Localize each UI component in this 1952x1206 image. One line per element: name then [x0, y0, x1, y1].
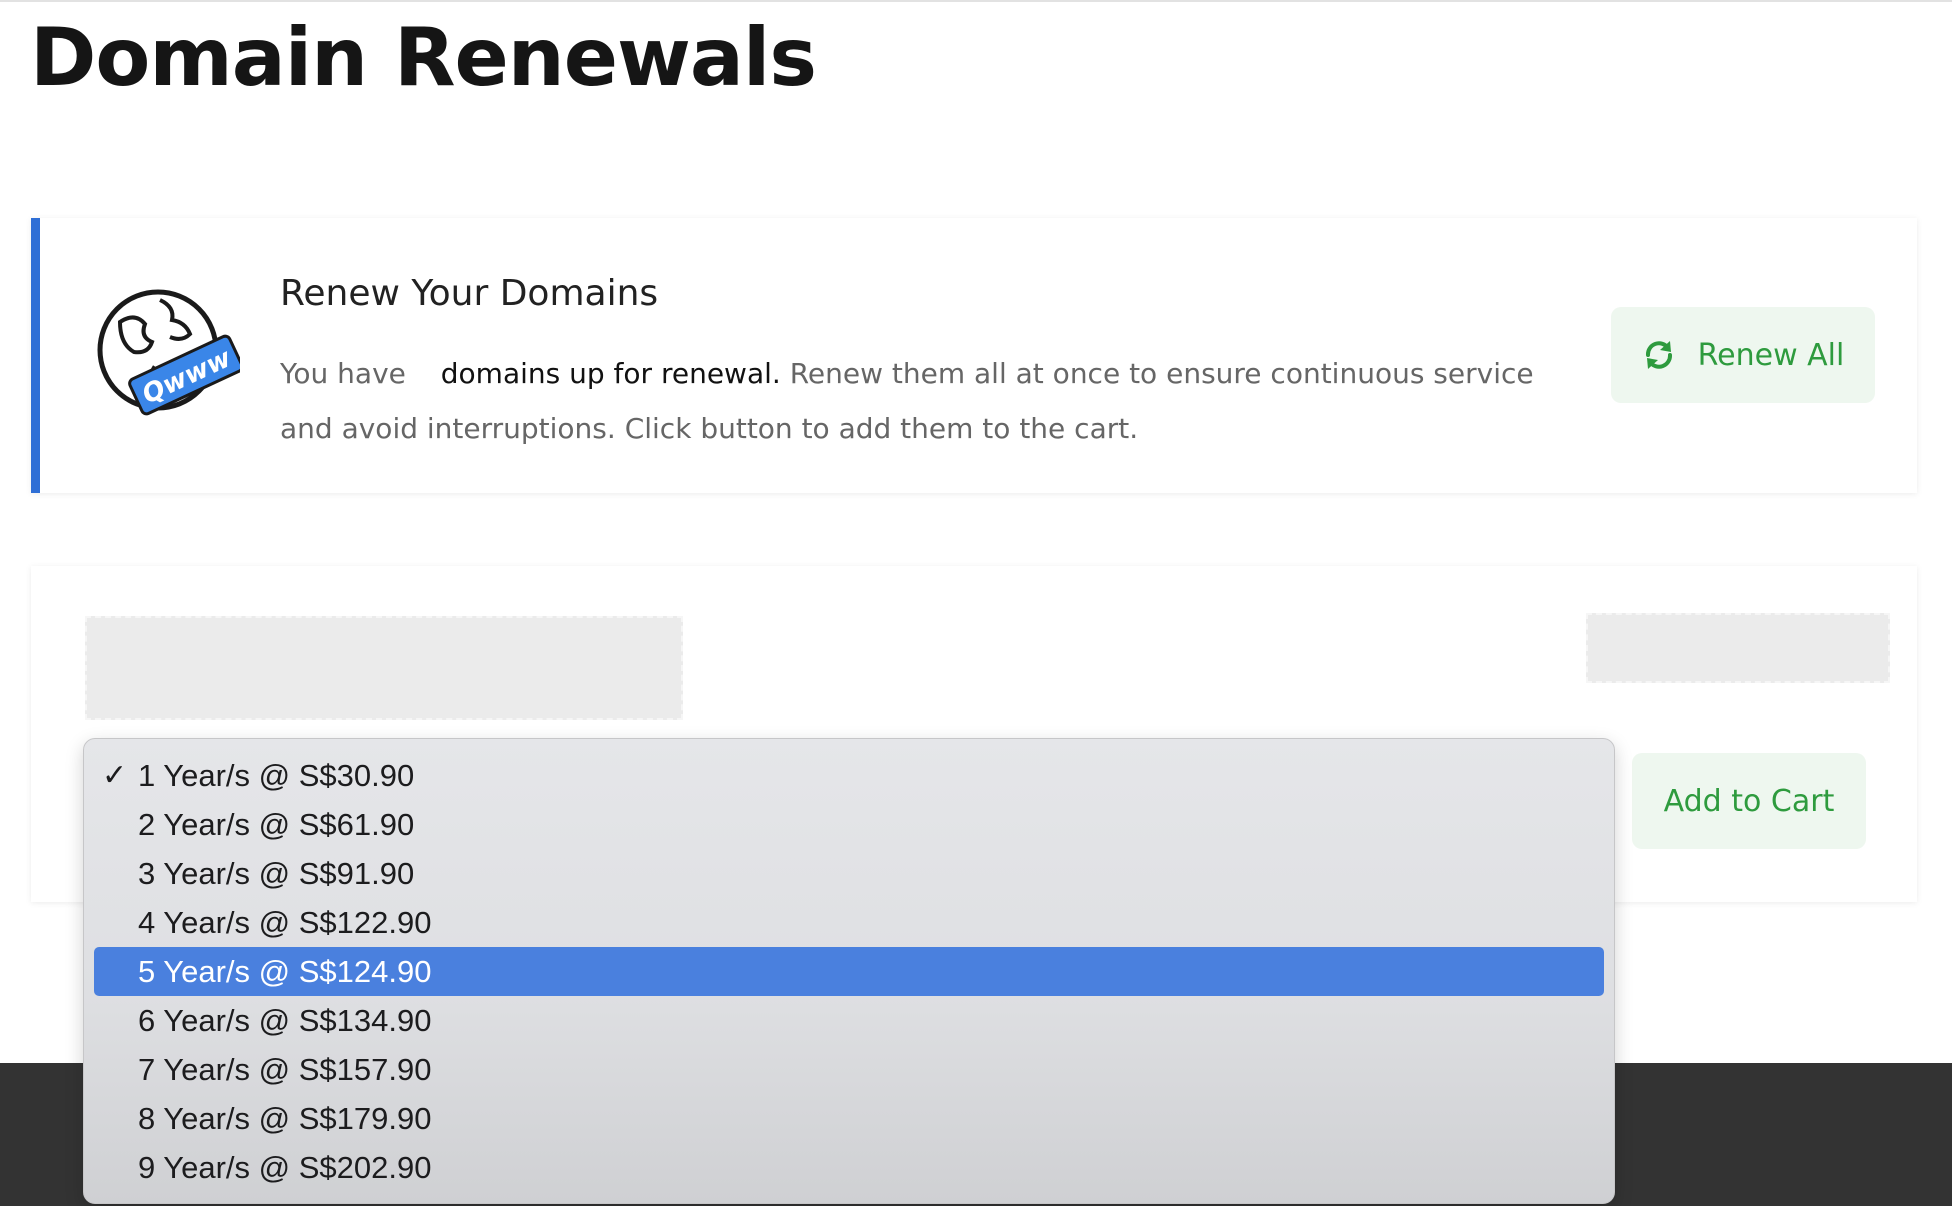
- dropdown-option-label: 6 Year/s @ S$134.90: [138, 1003, 432, 1038]
- dropdown-option-label: 1 Year/s @ S$30.90: [138, 758, 415, 793]
- dropdown-option[interactable]: 5 Year/s @ S$124.90: [94, 947, 1604, 996]
- dropdown-option[interactable]: ✓ 1 Year/s @ S$30.90: [94, 751, 1604, 800]
- renew-card-description: You have domains up for renewal. Renew t…: [280, 346, 1580, 456]
- refresh-icon: [1645, 341, 1672, 369]
- page-title: Domain Renewals: [30, 11, 817, 104]
- globe-www-icon: Qwww: [97, 289, 240, 416]
- dropdown-option-label: 4 Year/s @ S$122.90: [138, 905, 432, 940]
- renewal-period-dropdown[interactable]: ✓ 1 Year/s @ S$30.90 2 Year/s @ S$61.90 3 Y…: [83, 738, 1615, 1204]
- dropdown-option-label: 5 Year/s @ S$124.90: [138, 954, 432, 989]
- dropdown-option[interactable]: 3 Year/s @ S$91.90: [94, 849, 1604, 898]
- renew-card-title: Renew Your Domains: [280, 273, 659, 314]
- renew-domains-card: Qwww Renew Your Domains You have domains…: [31, 218, 1917, 493]
- renew-all-button[interactable]: Renew All: [1611, 307, 1875, 403]
- dropdown-option[interactable]: 6 Year/s @ S$134.90: [94, 996, 1604, 1045]
- add-to-cart-button[interactable]: Add to Cart: [1632, 753, 1866, 849]
- renew-desc-emphasis: domains up for renewal.: [440, 357, 781, 390]
- checkmark-icon: ✓: [102, 759, 128, 792]
- renew-desc-prefix: You have: [280, 357, 406, 390]
- dropdown-option-label: 9 Year/s @ S$202.90: [138, 1150, 432, 1185]
- dropdown-option-label: 8 Year/s @ S$179.90: [138, 1101, 432, 1136]
- add-to-cart-label: Add to Cart: [1663, 783, 1835, 819]
- dropdown-option[interactable]: 7 Year/s @ S$157.90: [94, 1045, 1604, 1094]
- dropdown-option-label: 2 Year/s @ S$61.90: [138, 807, 415, 842]
- dropdown-option-label: 3 Year/s @ S$91.90: [138, 856, 415, 891]
- domain-name-placeholder: [85, 616, 683, 720]
- domain-status-placeholder: [1586, 613, 1890, 683]
- top-border: [0, 0, 1952, 2]
- dropdown-option[interactable]: 4 Year/s @ S$122.90: [94, 898, 1604, 947]
- dropdown-option[interactable]: 8 Year/s @ S$179.90: [94, 1094, 1604, 1143]
- dropdown-option[interactable]: 2 Year/s @ S$61.90: [94, 800, 1604, 849]
- dropdown-option[interactable]: 9 Year/s @ S$202.90: [94, 1143, 1604, 1192]
- renew-all-label: Renew All: [1697, 337, 1845, 373]
- dropdown-option-label: 7 Year/s @ S$157.90: [138, 1052, 432, 1087]
